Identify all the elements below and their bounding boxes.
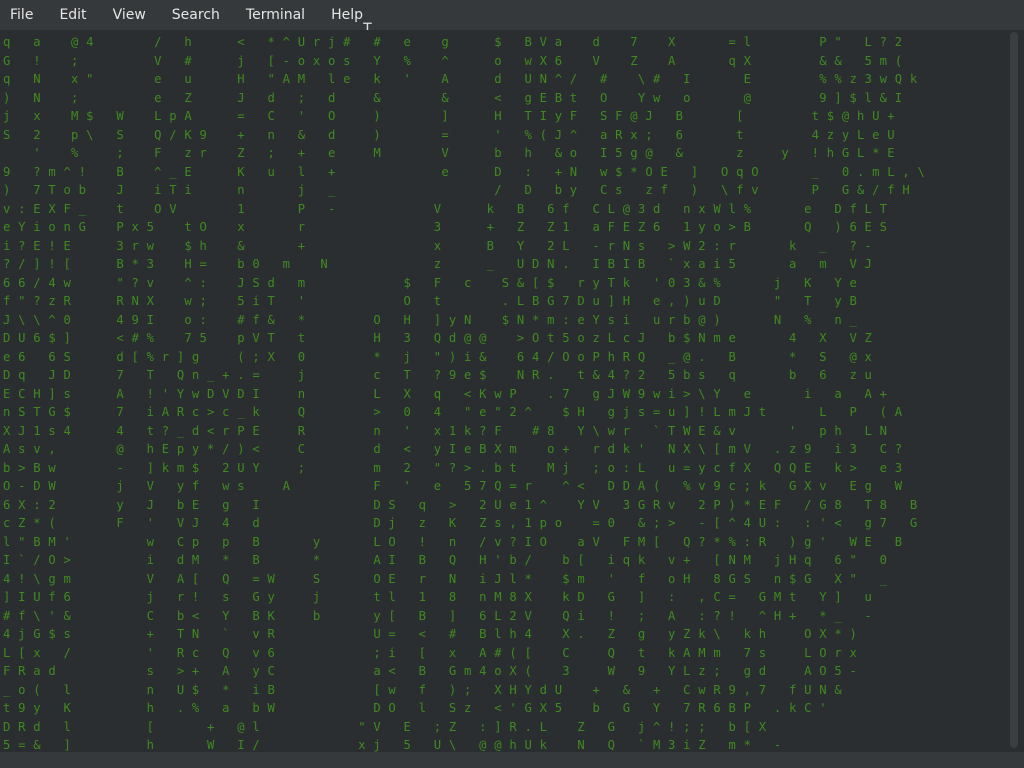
terminal-line: 4 j G $ s + T N ` v R U = < # B l h 4 X … (3, 627, 857, 641)
terminal-line: _ o ( l n U $ * i B [ w f ) ; X H Y d U … (3, 682, 842, 697)
terminal-line: l " B M ' w C p p B y L O ! n / v ? I O … (3, 534, 903, 549)
terminal-line: n S T G $ 7 i A R c > c _ k Q > 0 4 " e … (3, 405, 903, 419)
terminal-line: ' % ; F z r Z ; + e M V b h & o I 5 g @ … (3, 146, 895, 160)
terminal-view[interactable]: q a @ 4 / h < * ^ U r j # # e g $ B V a … (0, 30, 1004, 752)
terminal-line: 5 = & ] h W I / x j 5 U \ @ @ h U k N Q … (3, 738, 782, 752)
terminal-line: e Y i o n G P x 5 t O x r 3 + Z Z 1 a F … (3, 220, 888, 234)
terminal-line: 6 X : 2 y J b E g I D S q > 2 U e 1 ^ Y … (3, 497, 918, 512)
terminal-line: A s v , @ h E p y * / ) < C d < y I e B … (3, 442, 903, 456)
terminal-line: b > B w - ] k m $ 2 U Y ; m 2 " ? > . b … (3, 460, 903, 475)
scrollbar-track[interactable] (1010, 32, 1018, 748)
terminal-line: f " ? z R R N X w ; 5 i T ' O t . L B G … (3, 294, 857, 308)
terminal-line: v : E X F _ t O V 1 P - V k B 6 f C L @ … (3, 201, 888, 216)
terminal-line: ) N ; e Z J d ; d & & < g E B t O Y w o … (3, 90, 903, 105)
terminal-line: j x M $ W L p A = C ' O ) ] H T I y F S … (3, 109, 895, 123)
terminal-line: 9 ? m ^ ! B ^ _ E K u l + e D : + N w $ … (3, 164, 926, 179)
window-bottom-edge (0, 752, 1024, 768)
terminal-line: q N x " e u H " A M l e k ' A d U N ^ / … (3, 72, 918, 86)
terminal-line: t 9 y K h . % a b W D O l S z < ' G X 5 … (3, 701, 827, 715)
menu-bar: File Edit View Search Terminal Help (0, 0, 1024, 30)
terminal-line: D R d l [ + @ l " V E ; Z : ] R . L Z G … (3, 719, 767, 734)
menu-search[interactable]: Search (162, 7, 220, 23)
terminal-line: D q J D 7 T Q n _ + . = j c T ? 9 e $ N … (3, 368, 873, 382)
terminal-line: X J 1 s 4 4 t ? _ d < r P E R n ' x 1 k … (3, 423, 888, 438)
terminal-line: ] I U f 6 j r ! s G y j t l 1 8 n M 8 X … (3, 590, 873, 604)
terminal-line: D U 6 $ ] < # % 7 5 p V T t H 3 Q d @ @ … (3, 331, 873, 345)
terminal-line: O - D W j V y f w s A F ' e 5 7 Q = r ^ … (3, 479, 903, 493)
terminal-line: G ! ; V # j [ - o x o s Y % ^ o w X 6 V … (3, 53, 903, 68)
terminal-line: F R a d s > + A y C a < B G m 4 o X ( 3 … (3, 664, 857, 678)
terminal-line: c Z * ( F ' V J 4 d D j z K Z s , 1 p o … (3, 516, 918, 530)
menu-help[interactable]: Help (321, 7, 363, 23)
terminal-line: 4 ! \ g m V A [ Q = W S O E r N i J l * … (3, 571, 888, 586)
terminal-line: 6 6 / 4 w " ? v ^ : J S d m $ F c S & [ … (3, 275, 857, 290)
terminal-line: S 2 p \ S Q / K 9 + n & d ) = ' % ( J ^ … (3, 127, 895, 142)
terminal-line: J \ \ ^ 0 4 9 I o : # f & * O H ] y N $ … (3, 312, 857, 327)
terminal-line: # f \ ' & C b < Y B K b y [ B ] 6 L 2 V … (3, 608, 873, 623)
menu-edit[interactable]: Edit (49, 7, 86, 23)
terminal-line: ? / ] ! [ B * 3 H = b 0 m N z _ U D N . … (3, 257, 873, 271)
terminal-line: q a @ 4 / h < * ^ U r j # # e g $ B V a … (3, 35, 903, 49)
menu-view[interactable]: View (103, 7, 146, 23)
terminal-output: q a @ 4 / h < * ^ U r j # # e g $ B V a … (0, 30, 1004, 752)
terminal-line: I ` / O > i d M * B * A I B Q H ' b / b … (3, 553, 888, 567)
terminal-line: ) 7 T o b J i T i n j _ / D b y C s z f … (3, 183, 910, 197)
menu-terminal[interactable]: Terminal (236, 7, 305, 23)
terminal-line: i ? E ! E 3 r w $ h & + x B Y 2 L - r N … (3, 238, 873, 253)
terminal-line: E C H ] s A ! ' Y w D V D I n L X q < K … (3, 386, 888, 401)
terminal-line: e 6 6 S d [ % r ] g ( ; X 0 * j " ) i & … (3, 349, 873, 364)
terminal-scrollbar[interactable] (1004, 30, 1024, 752)
menu-file[interactable]: File (0, 7, 33, 23)
terminal-line: L [ x / ' R c Q v 6 ; i [ x A # ( [ C Q … (3, 645, 857, 660)
